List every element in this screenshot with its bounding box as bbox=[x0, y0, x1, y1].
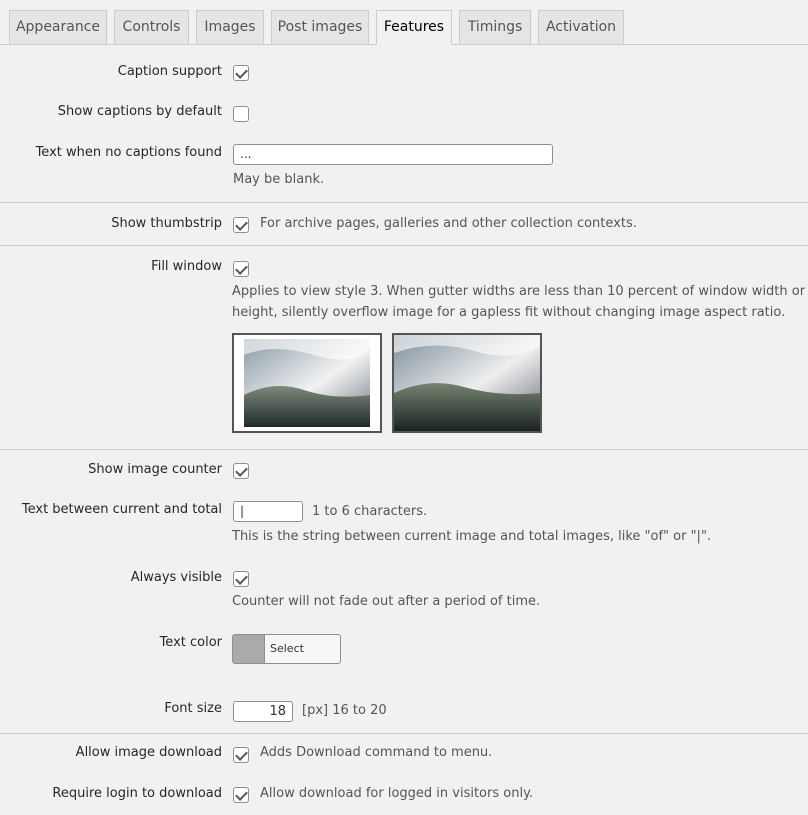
tab-features[interactable]: Features bbox=[376, 10, 452, 45]
fill-window-on-preview bbox=[392, 333, 542, 433]
caption-support-checkbox[interactable] bbox=[233, 65, 249, 81]
no-captions-hint: May be blank. bbox=[233, 172, 325, 187]
show-thumbstrip-checkbox[interactable] bbox=[233, 217, 249, 233]
require-login-label: Require login to download bbox=[52, 786, 222, 801]
require-login-checkbox[interactable] bbox=[233, 787, 249, 803]
no-captions-text-label: Text when no captions found bbox=[35, 145, 222, 160]
show-captions-default-checkbox[interactable] bbox=[233, 106, 249, 122]
select-colour-label: Select Colour bbox=[270, 642, 304, 655]
allow-download-label: Allow image download bbox=[75, 745, 222, 760]
show-captions-default-label: Show captions by default bbox=[57, 104, 222, 119]
always-visible-checkbox[interactable] bbox=[233, 571, 249, 587]
no-captions-text-input[interactable]: ... bbox=[233, 144, 553, 165]
font-size-input[interactable]: 18 bbox=[233, 701, 293, 722]
always-visible-label: Always visible bbox=[130, 570, 222, 585]
text-color-label: Text color bbox=[159, 635, 222, 650]
always-visible-hint: Counter will not fade out after a period… bbox=[232, 594, 541, 609]
fill-window-off-preview bbox=[232, 333, 382, 433]
tab-timings[interactable]: Timings bbox=[459, 10, 531, 44]
section-divider bbox=[0, 245, 808, 246]
allow-download-checkbox[interactable] bbox=[233, 747, 249, 763]
caption-support-label: Caption support bbox=[117, 64, 222, 79]
require-login-hint: Allow download for logged in visitors on… bbox=[260, 786, 534, 801]
fill-window-hint-line2: height, silently overflow image for a ga… bbox=[232, 305, 786, 320]
allow-download-hint: Adds Download command to menu. bbox=[260, 745, 493, 760]
tab-post-images[interactable]: Post images bbox=[271, 10, 369, 44]
show-image-counter-checkbox[interactable] bbox=[233, 463, 249, 479]
counter-separator-inline-hint: 1 to 6 characters. bbox=[312, 504, 428, 519]
fill-window-hint-line1: Applies to view style 3. When gutter wid… bbox=[232, 284, 806, 299]
section-divider bbox=[0, 449, 808, 450]
counter-separator-label: Text between current and total bbox=[21, 502, 222, 517]
tab-appearance[interactable]: Appearance bbox=[9, 10, 107, 44]
show-image-counter-label: Show image counter bbox=[88, 462, 222, 477]
settings-tabs: Appearance Controls Images Post images F… bbox=[0, 0, 808, 45]
counter-separator-hint: This is the string between current image… bbox=[232, 529, 712, 544]
fill-window-checkbox[interactable] bbox=[233, 261, 249, 277]
font-size-label: Font size bbox=[164, 701, 222, 716]
show-thumbstrip-hint: For archive pages, galleries and other c… bbox=[260, 216, 637, 231]
select-colour-button[interactable]: Select Colour bbox=[232, 634, 341, 664]
section-divider bbox=[0, 733, 808, 734]
section-divider bbox=[0, 202, 808, 203]
show-thumbstrip-label: Show thumbstrip bbox=[111, 216, 222, 231]
tab-images[interactable]: Images bbox=[196, 10, 264, 44]
font-size-hint: [px] 16 to 20 bbox=[302, 703, 387, 718]
tab-activation[interactable]: Activation bbox=[538, 10, 624, 44]
fill-window-label: Fill window bbox=[151, 259, 222, 274]
counter-separator-input[interactable]: | bbox=[233, 501, 303, 522]
tab-controls[interactable]: Controls bbox=[114, 10, 189, 44]
color-swatch bbox=[233, 635, 265, 663]
